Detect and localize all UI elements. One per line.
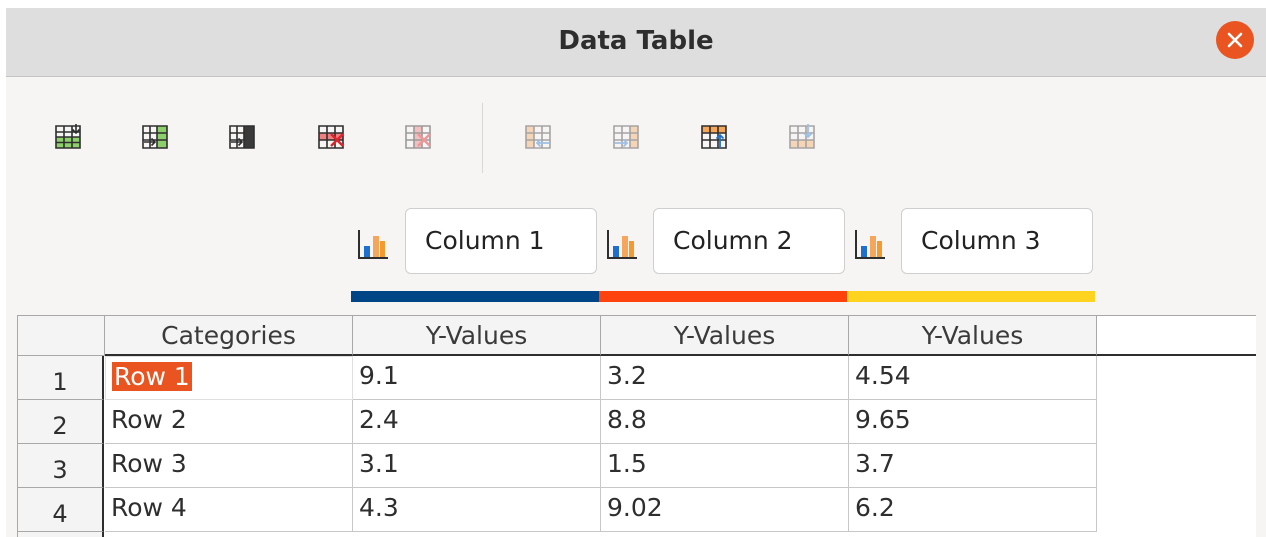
insert-row-icon — [55, 124, 81, 149]
header-filler — [1097, 316, 1256, 356]
table-cell[interactable]: 9.02 — [601, 488, 849, 532]
delete-series-icon — [405, 125, 431, 149]
delete-row-icon — [318, 125, 344, 149]
title-bar: Data Table — [6, 8, 1266, 77]
series-color-bar-2 — [599, 291, 847, 302]
series-name-field-1[interactable]: Column 1 — [405, 208, 597, 274]
series-name-field-2[interactable]: Column 2 — [653, 208, 845, 274]
move-row-up-icon — [701, 125, 727, 149]
insert-row-button[interactable] — [48, 116, 88, 156]
close-button[interactable] — [1216, 21, 1254, 59]
move-row-down-icon — [789, 124, 815, 149]
move-series-right-icon — [613, 125, 639, 149]
table-cell[interactable]: Row 4 — [105, 488, 353, 532]
column-header-y-values-1[interactable]: Y-Values — [353, 316, 601, 356]
insert-series-icon — [142, 125, 168, 149]
series-color-bar-1 — [351, 291, 599, 302]
data-table-dialog: Data Table Column 1 Column 2 Column 3 Ca… — [6, 8, 1266, 537]
table-cell[interactable]: 3.1 — [353, 444, 601, 488]
column-header-y-values-2[interactable]: Y-Values — [601, 316, 849, 356]
row-header-empty — [18, 532, 104, 537]
table-cell[interactable]: 9.1 — [353, 356, 601, 400]
table-cell[interactable]: Row 3 — [105, 444, 353, 488]
move-series-right-button[interactable] — [606, 116, 646, 156]
table-cell[interactable]: 8.8 — [601, 400, 849, 444]
delete-row-button[interactable] — [311, 116, 351, 156]
dialog-title: Data Table — [558, 26, 714, 56]
move-row-up-button[interactable] — [694, 116, 734, 156]
toolbar-separator — [482, 103, 483, 173]
table-cell[interactable]: 4.3 — [353, 488, 601, 532]
corner-header — [18, 316, 105, 356]
table-cell[interactable]: 3.7 — [849, 444, 1097, 488]
row-header[interactable]: 1 — [18, 356, 104, 400]
table-cell[interactable]: 4.54 — [849, 356, 1097, 400]
bar-chart-icon — [607, 230, 637, 259]
series-color-bar-3 — [847, 291, 1095, 302]
insert-text-column-icon — [229, 125, 255, 149]
bar-chart-icon — [358, 230, 388, 259]
row-header[interactable]: 4 — [18, 488, 104, 532]
move-row-down-button[interactable] — [782, 116, 822, 156]
table-cell[interactable]: 1.5 — [601, 444, 849, 488]
table-cell[interactable]: 9.65 — [849, 400, 1097, 444]
bar-chart-icon — [855, 230, 885, 259]
insert-text-column-button[interactable] — [222, 116, 262, 156]
table-cell[interactable]: 3.2 — [601, 356, 849, 400]
move-series-left-button[interactable] — [518, 116, 558, 156]
table-cell[interactable]: Row 2 — [105, 400, 353, 444]
move-series-left-icon — [525, 125, 551, 149]
close-icon — [1227, 32, 1243, 48]
insert-series-button[interactable] — [135, 116, 175, 156]
column-header-categories[interactable]: Categories — [105, 316, 353, 356]
row-header[interactable]: 3 — [18, 444, 104, 488]
delete-series-button[interactable] — [398, 116, 438, 156]
column-header-y-values-3[interactable]: Y-Values — [849, 316, 1097, 356]
selected-text: Row 1 — [112, 362, 192, 391]
table-cell[interactable]: 6.2 — [849, 488, 1097, 532]
table-cell[interactable]: 2.4 — [353, 400, 601, 444]
series-name-field-3[interactable]: Column 3 — [901, 208, 1093, 274]
row-header[interactable]: 2 — [18, 400, 104, 444]
data-table-grid: Categories Y-Values Y-Values Y-Values 1 … — [17, 315, 1256, 537]
table-cell-active[interactable]: Row 1 — [105, 356, 353, 400]
